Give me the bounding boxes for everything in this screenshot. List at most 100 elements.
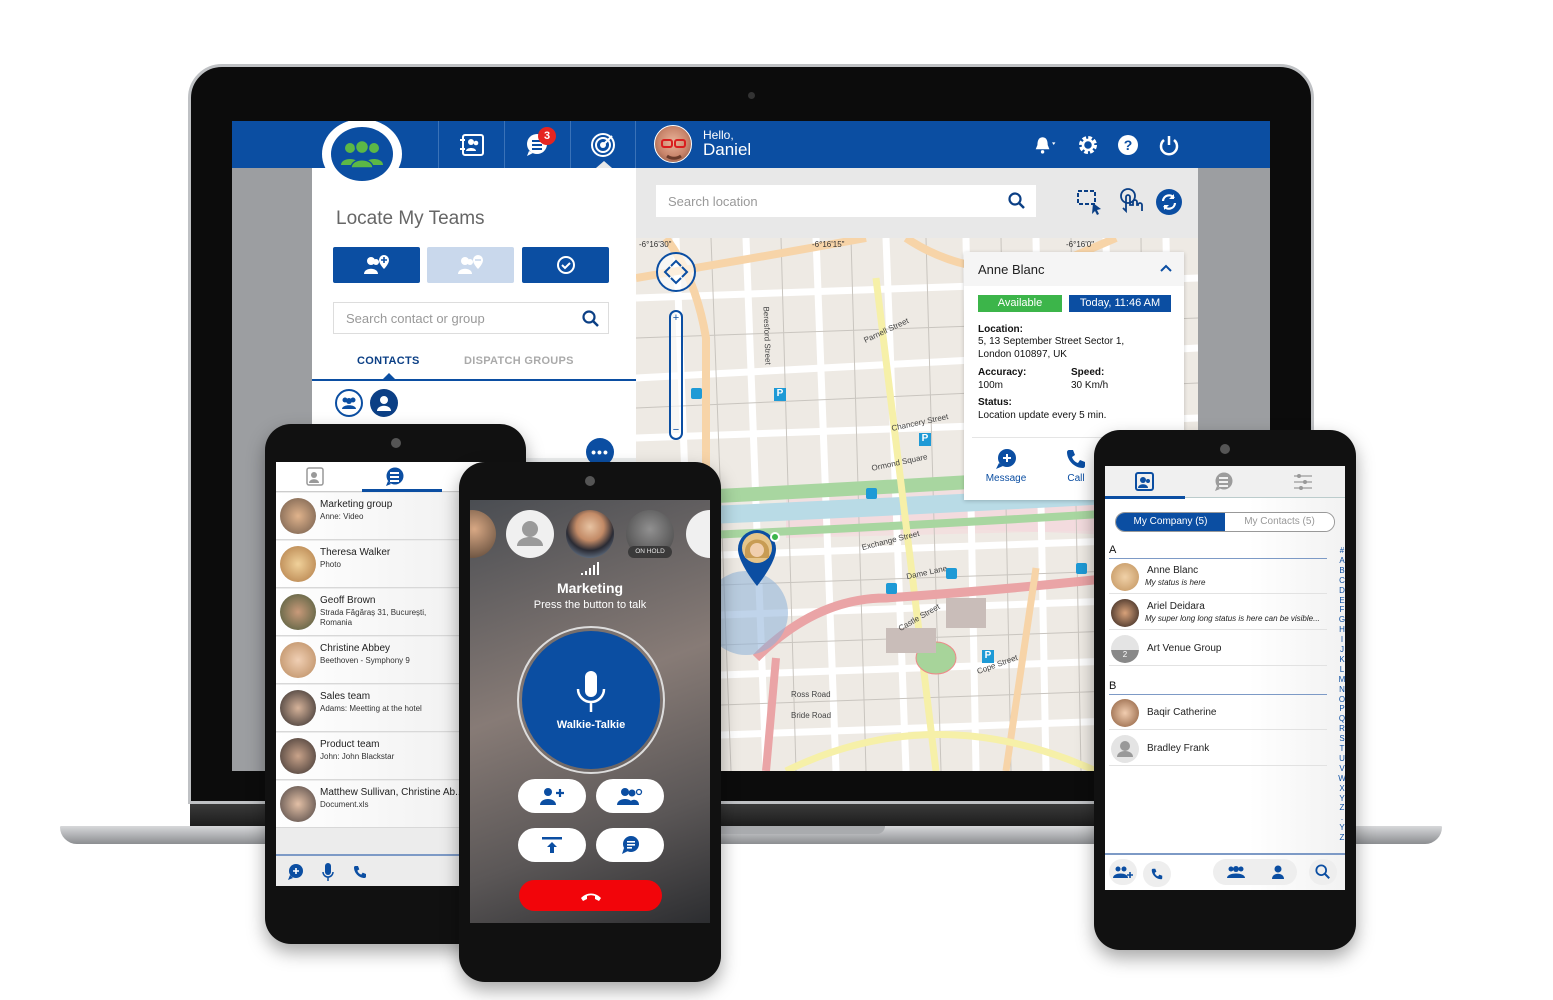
zoom-slider[interactable]: + −: [669, 310, 683, 440]
contact-list-item[interactable]: Ariel Deidara My super long long status …: [1109, 596, 1327, 630]
alphabet-letter[interactable]: W: [1337, 774, 1345, 784]
alphabet-letter[interactable]: A: [1337, 556, 1345, 566]
help-icon[interactable]: ?: [1116, 133, 1140, 157]
alphabet-letter[interactable]: D: [1337, 586, 1345, 596]
contacts-tab-icon[interactable]: [303, 467, 325, 487]
add-participant-button[interactable]: [518, 779, 586, 813]
call-action[interactable]: Call: [1056, 448, 1096, 484]
alphabet-letter[interactable]: K: [1337, 655, 1345, 665]
phone-icon[interactable]: [352, 864, 368, 880]
group-filter-button[interactable]: [335, 389, 363, 417]
alphabet-letter[interactable]: Y: [1337, 794, 1345, 804]
alphabet-letter[interactable]: O: [1337, 695, 1345, 705]
chat-button[interactable]: [596, 828, 664, 862]
chevron-up-icon[interactable]: [1160, 264, 1172, 272]
chat-list-item[interactable]: Marketing group Anne: Video: [276, 493, 463, 540]
message-action[interactable]: Message: [978, 448, 1034, 484]
alphabet-letter[interactable]: Z: [1337, 803, 1345, 813]
alphabet-letter[interactable]: G: [1337, 615, 1345, 625]
locate-panel: Locate My Teams Search contact or group …: [312, 168, 636, 458]
user-avatar[interactable]: [654, 125, 692, 163]
refresh-icon[interactable]: [1155, 188, 1183, 216]
participants-button[interactable]: [596, 779, 664, 813]
transfer-button[interactable]: [518, 828, 586, 862]
hangup-button[interactable]: [519, 880, 662, 911]
locate-button[interactable]: [570, 121, 636, 168]
segment-my-contacts[interactable]: My Contacts (5): [1225, 513, 1334, 531]
alphabet-letter[interactable]: X: [1337, 784, 1345, 794]
chat-list-item[interactable]: Matthew Sullivan, Christine Ab... Docume…: [276, 781, 463, 828]
alphabet-letter[interactable]: Z: [1337, 833, 1345, 843]
select-area-icon[interactable]: [1076, 189, 1104, 217]
speaker-avatar[interactable]: [566, 510, 614, 558]
alphabet-letter[interactable]: .: [1337, 813, 1345, 823]
alphabet-letter[interactable]: L: [1337, 665, 1345, 675]
new-message-icon[interactable]: [286, 863, 304, 881]
alphabet-letter[interactable]: C: [1337, 576, 1345, 586]
contacts-tab-icon[interactable]: [1132, 472, 1156, 492]
participant-avatar[interactable]: [506, 510, 554, 558]
contacts-book-button[interactable]: [438, 121, 504, 168]
alphabet-letter[interactable]: #: [1337, 546, 1345, 556]
segment-my-company[interactable]: My Company (5): [1116, 513, 1225, 531]
add-group-button[interactable]: [1109, 859, 1137, 885]
chat-list-item[interactable]: Geoff Brown Strada Făgăraș 31, București…: [276, 589, 463, 636]
microphone-icon[interactable]: [321, 862, 335, 882]
tab-contacts[interactable]: CONTACTS: [357, 355, 420, 367]
participant-avatar[interactable]: [686, 510, 710, 558]
contact-name: Art Venue Group: [1147, 643, 1222, 654]
settings-tab-icon[interactable]: [1293, 473, 1313, 491]
groups-icon[interactable]: [1226, 865, 1246, 879]
alphabet-letter[interactable]: P: [1337, 704, 1345, 714]
participant-avatar[interactable]: [470, 510, 496, 558]
pan-control[interactable]: [656, 252, 696, 292]
alphabet-letter[interactable]: V: [1337, 764, 1345, 774]
contact-search-input[interactable]: Search contact or group: [333, 302, 609, 334]
alphabet-letter[interactable]: T: [1337, 744, 1345, 754]
tab-dispatch-groups[interactable]: DISPATCH GROUPS: [464, 355, 574, 367]
person-icon[interactable]: [1272, 865, 1284, 879]
remove-tracking-button[interactable]: [427, 247, 514, 283]
alphabet-letter[interactable]: M: [1337, 675, 1345, 685]
person-filter-button[interactable]: [370, 389, 398, 417]
alphabet-letter[interactable]: H: [1337, 625, 1345, 635]
ptt-button[interactable]: Walkie-Talkie: [517, 626, 665, 774]
alphabet-letter[interactable]: E: [1337, 596, 1345, 606]
zoom-in-icon[interactable]: +: [673, 312, 679, 324]
alphabet-letter[interactable]: R: [1337, 724, 1345, 734]
chat-list-item[interactable]: Sales team Adams: Meetting at the hotel: [276, 685, 463, 732]
alphabet-letter[interactable]: U: [1337, 754, 1345, 764]
on-hold-avatar[interactable]: ON HOLD: [626, 510, 674, 558]
alphabet-letter[interactable]: Q: [1337, 714, 1345, 724]
alphabet-letter[interactable]: Y: [1337, 823, 1345, 833]
add-tracking-button[interactable]: [333, 247, 420, 283]
search-button[interactable]: [1309, 859, 1337, 885]
alphabet-letter[interactable]: J: [1337, 645, 1345, 655]
gear-icon[interactable]: [1076, 133, 1100, 157]
confirm-button[interactable]: [522, 247, 609, 283]
bell-icon[interactable]: [1034, 133, 1058, 157]
chat-list-item[interactable]: Theresa Walker Photo: [276, 541, 463, 588]
alphabet-letter[interactable]: F: [1337, 605, 1345, 615]
contact-list-item[interactable]: 2 Art Venue Group: [1109, 632, 1327, 666]
phone-walkie-talkie: ON HOLD Marketing Press the button to ta…: [459, 462, 721, 982]
alphabet-letter[interactable]: I: [1337, 635, 1345, 645]
messages-button[interactable]: 3: [504, 121, 570, 168]
location-pin[interactable]: [736, 528, 780, 586]
chat-list-item[interactable]: Christine Abbey Beethoven - Symphony 9: [276, 637, 463, 684]
card-header[interactable]: Anne Blanc: [964, 252, 1184, 286]
touch-select-icon[interactable]: [1118, 187, 1144, 217]
contact-list-item[interactable]: Anne Blanc My status is here: [1109, 560, 1327, 594]
call-button[interactable]: [1143, 861, 1171, 887]
power-icon[interactable]: [1157, 133, 1181, 157]
chats-tab-icon[interactable]: [1213, 472, 1235, 492]
chats-tab-icon[interactable]: [384, 467, 406, 487]
zoom-out-icon[interactable]: −: [673, 424, 679, 436]
alphabet-letter[interactable]: S: [1337, 734, 1345, 744]
contact-list-item[interactable]: Baqir Catherine: [1109, 696, 1327, 730]
location-search-input[interactable]: Search location: [656, 185, 1036, 217]
contact-list-item[interactable]: Bradley Frank: [1109, 732, 1327, 766]
alphabet-letter[interactable]: N: [1337, 685, 1345, 695]
alphabet-letter[interactable]: B: [1337, 566, 1345, 576]
chat-list-item[interactable]: Product team John: John Blackstar: [276, 733, 463, 780]
